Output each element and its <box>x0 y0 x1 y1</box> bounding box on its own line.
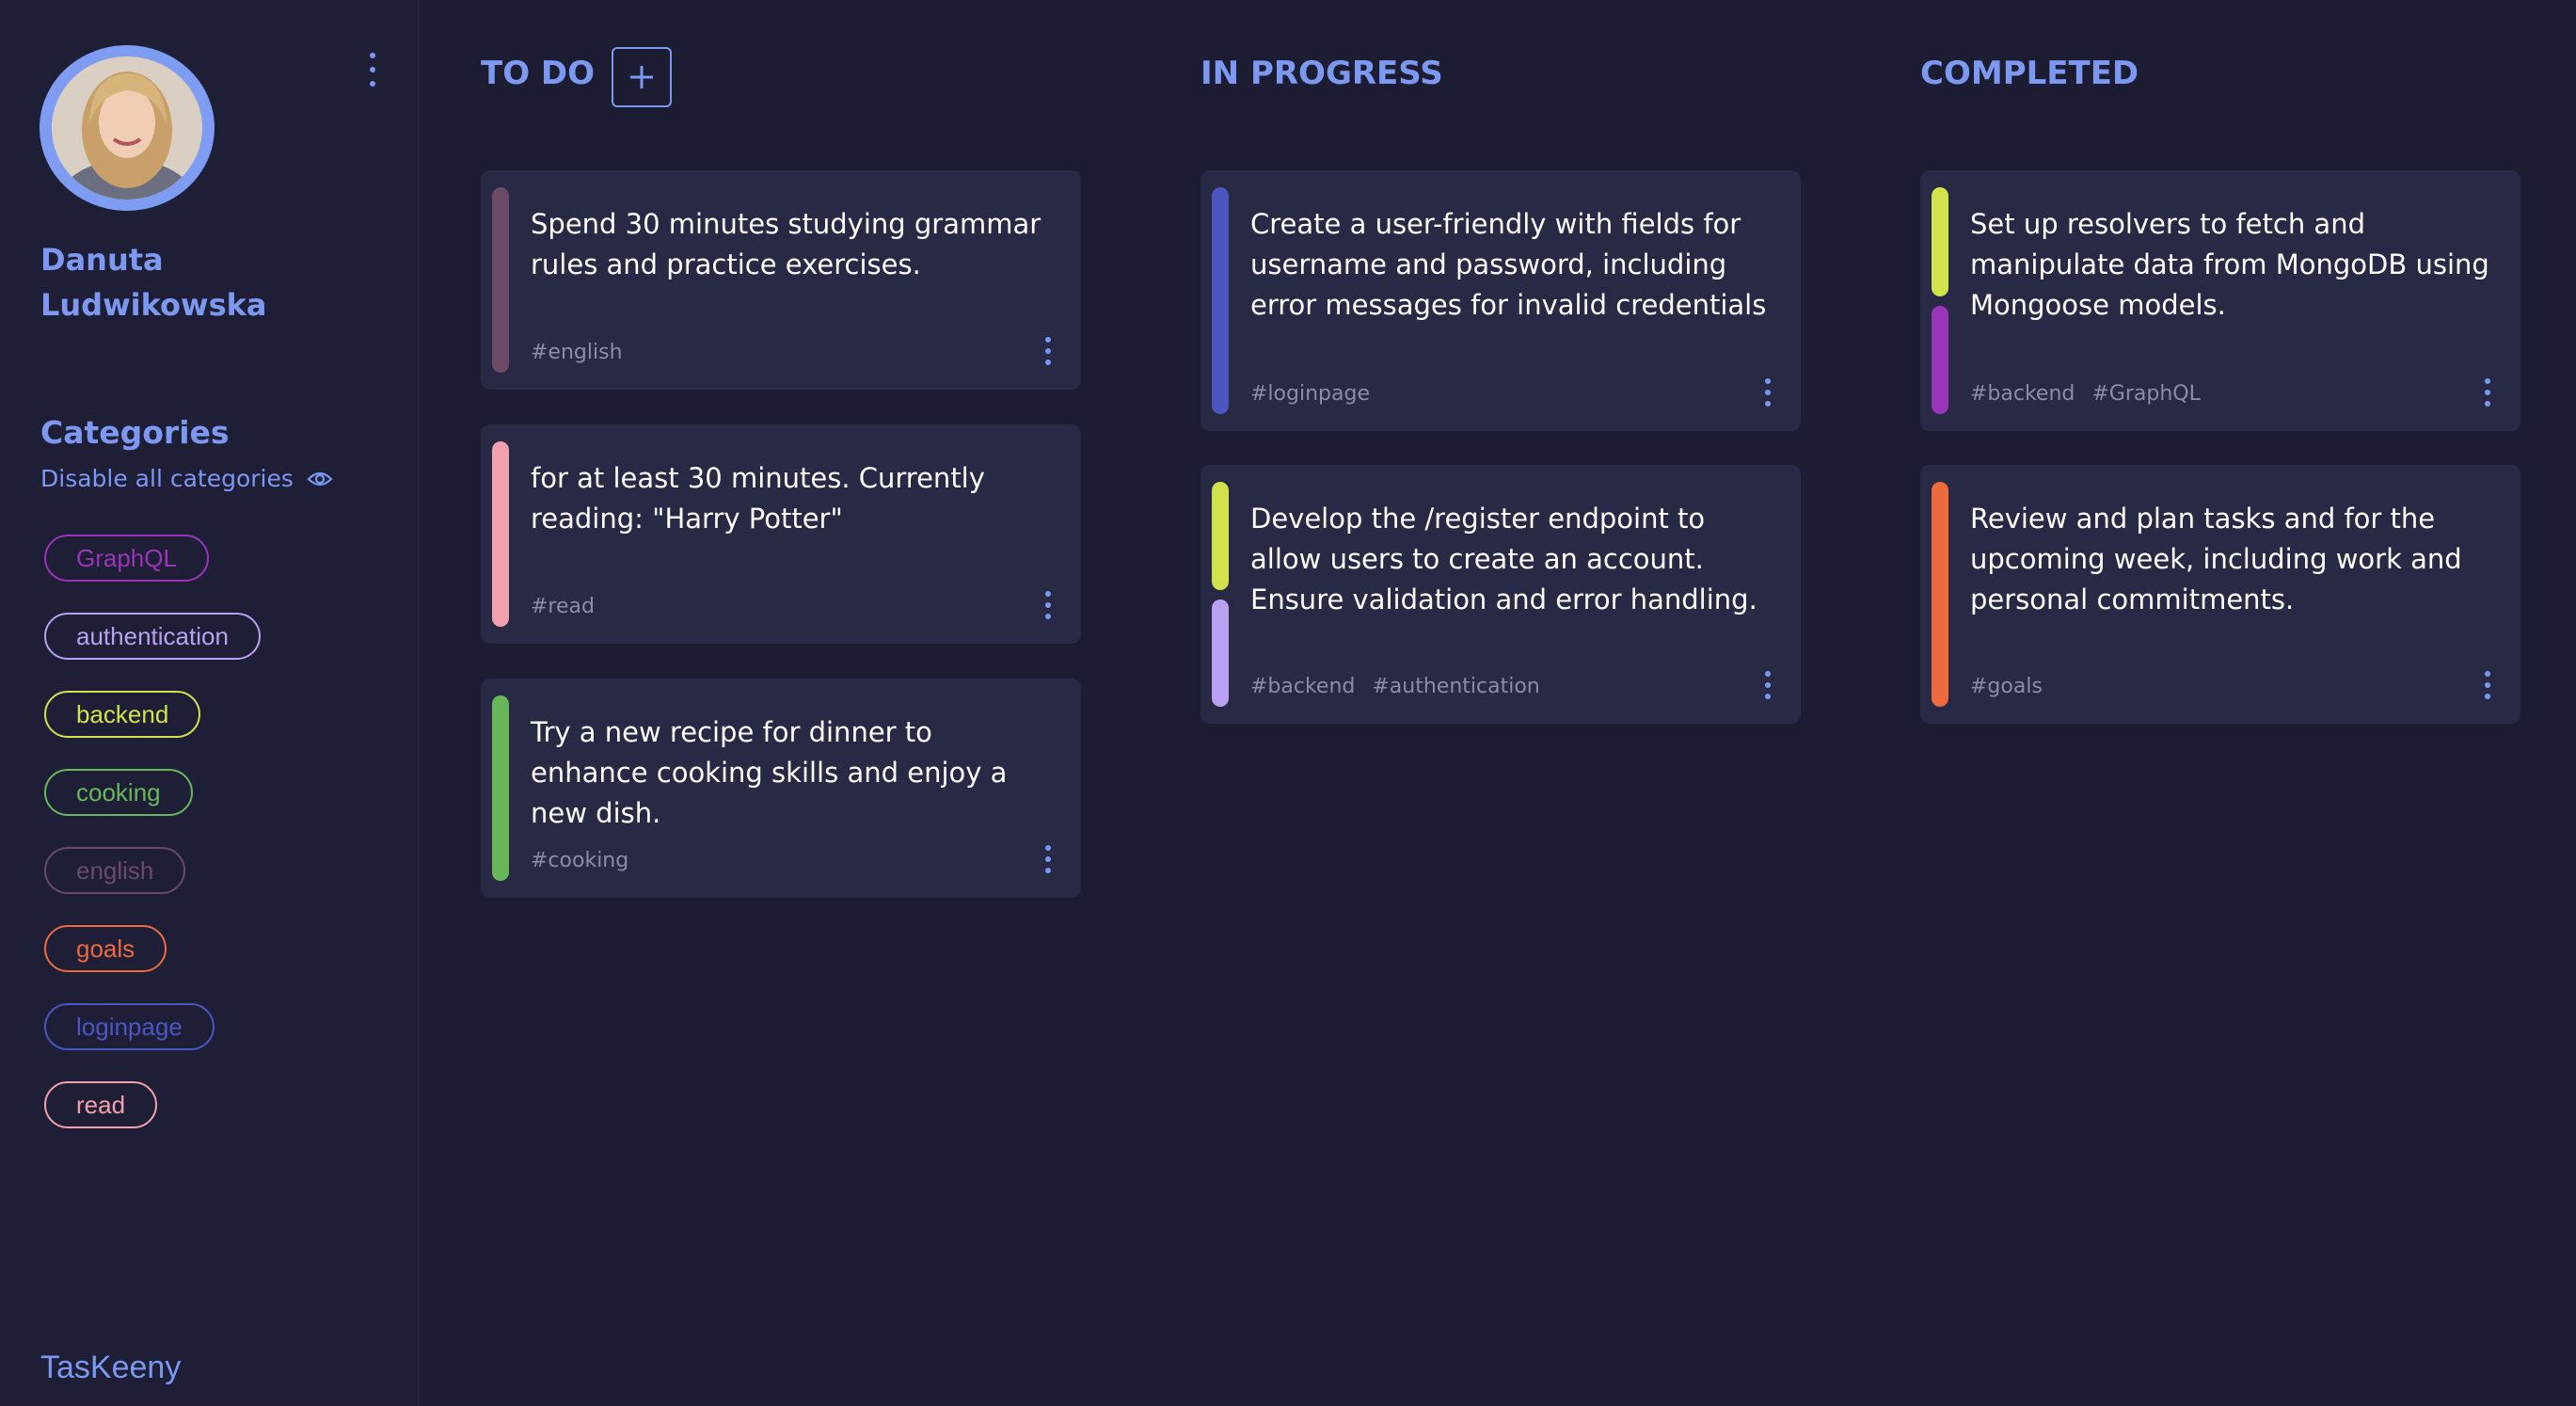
sidebar: Danuta Ludwikowska Categories Disable al… <box>0 0 420 1406</box>
column-title-todo: TO DO <box>481 55 596 92</box>
column-title-in-progress: IN PROGRESS <box>1201 55 1443 92</box>
category-color-bar <box>1932 187 1948 296</box>
task-menu-icon[interactable] <box>1043 337 1053 365</box>
task-tags: #goals <box>1970 675 2043 698</box>
task-card[interactable]: Create a user-friendly with fields for u… <box>1201 170 1801 431</box>
column-title-completed: COMPLETED <box>1920 55 2139 92</box>
category-chip-cooking[interactable]: cooking <box>44 769 193 816</box>
task-tag: #goals <box>1970 675 2043 698</box>
task-card[interactable]: Review and plan tasks and for the upcomi… <box>1920 465 2520 724</box>
task-tags: #backend #GraphQL <box>1970 382 2201 406</box>
task-tag: #cooking <box>531 849 629 872</box>
disable-all-categories-link[interactable]: Disable all categories <box>40 465 333 492</box>
task-tag: #english <box>531 341 623 364</box>
category-color-bar <box>1212 482 1229 590</box>
task-tag: #read <box>531 595 595 618</box>
task-menu-icon[interactable] <box>1763 671 1773 699</box>
category-chip-graphql[interactable]: GraphQL <box>44 535 209 582</box>
category-color-bar <box>1212 187 1229 414</box>
task-text: Spend 30 minutes studying grammar rules … <box>531 208 1042 280</box>
category-color-bar <box>1932 482 1948 707</box>
eye-icon <box>307 471 333 486</box>
task-tag: #backend <box>1970 382 2075 406</box>
task-card[interactable]: Try a new recipe for dinner to enhance c… <box>481 679 1081 898</box>
avatar-photo <box>52 56 202 200</box>
task-tag: #authentication <box>1372 675 1540 698</box>
task-menu-icon[interactable] <box>1763 378 1773 407</box>
task-card[interactable]: Spend 30 minutes studying grammar rules … <box>481 170 1081 390</box>
task-card[interactable]: Set up resolvers to fetch and manipulate… <box>1920 170 2520 431</box>
add-task-button[interactable] <box>612 47 672 107</box>
task-tag: #backend <box>1250 675 1356 698</box>
profile-menu-icon[interactable] <box>361 53 384 87</box>
task-tags: #cooking <box>531 849 628 872</box>
task-menu-icon[interactable] <box>1043 591 1053 619</box>
task-tags: #english <box>531 341 623 364</box>
task-text: Develop the /register endpoint to allow … <box>1250 503 1757 615</box>
category-color-bar <box>1212 599 1229 707</box>
task-tag: #GraphQL <box>2091 382 2201 406</box>
task-tags: #backend #authentication <box>1250 675 1540 698</box>
task-tags: #read <box>531 595 595 618</box>
task-text: Create a user-friendly with fields for u… <box>1250 208 1767 321</box>
task-text: Try a new recipe for dinner to enhance c… <box>531 716 1008 829</box>
category-chip-goals[interactable]: goals <box>44 925 167 972</box>
task-menu-icon[interactable] <box>1043 845 1053 873</box>
category-color-bar <box>1932 305 1948 414</box>
task-menu-icon[interactable] <box>2483 378 2492 407</box>
task-menu-icon[interactable] <box>2483 671 2492 699</box>
task-text: for at least 30 minutes. Currently readi… <box>531 462 985 535</box>
category-chip-backend[interactable]: backend <box>44 691 201 738</box>
category-chip-loginpage[interactable]: loginpage <box>44 1003 215 1050</box>
task-tags: #loginpage <box>1250 382 1370 406</box>
category-color-bar <box>492 441 509 627</box>
avatar[interactable] <box>40 45 216 213</box>
plus-icon <box>630 66 653 88</box>
task-text: Set up resolvers to fetch and manipulate… <box>1970 208 2489 321</box>
category-chip-read[interactable]: read <box>44 1081 158 1128</box>
brand-logo: TasKeeny <box>40 1350 182 1385</box>
disable-all-label: Disable all categories <box>40 465 294 492</box>
categories-title: Categories <box>40 414 230 451</box>
task-card[interactable]: Develop the /register endpoint to allow … <box>1201 465 1801 724</box>
task-card[interactable]: for at least 30 minutes. Currently readi… <box>481 424 1081 644</box>
task-text: Review and plan tasks and for the upcomi… <box>1970 503 2462 615</box>
category-chip-english[interactable]: english <box>44 847 186 894</box>
category-color-bar <box>492 187 509 373</box>
category-chip-authentication[interactable]: authentication <box>44 613 261 660</box>
category-color-bar <box>492 695 509 881</box>
task-tag: #loginpage <box>1250 382 1370 406</box>
user-name: Danuta Ludwikowska <box>40 242 267 323</box>
